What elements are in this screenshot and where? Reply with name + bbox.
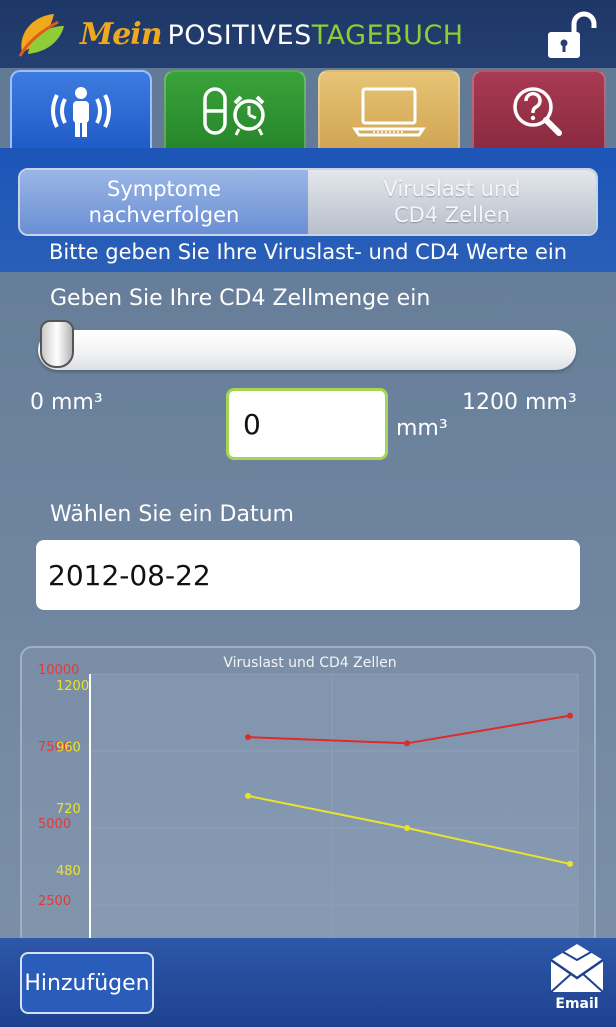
main-tab-bar [0,68,616,150]
leaf-logo-icon [18,14,64,57]
chart-data-point [245,792,251,799]
title-tagebuch: TAGEBUCH [311,20,464,51]
chart-right-tick-label: 1200 [56,679,89,694]
chart-left-tick-label: 5000 [38,817,71,832]
chart-right-tick-label: 720 [56,802,81,817]
chart-right-tick-label: 480 [56,864,81,879]
chart-left-tick-label: 2500 [38,894,71,909]
email-button[interactable]: Email [546,942,608,1016]
chart-data-point [404,740,410,747]
cd4-slider-track[interactable] [38,330,576,370]
viral-cd4-chart: 100007500500025001200960720480Viruslast … [38,655,579,944]
subtab-bar: Symptome nachverfolgen Viruslast und CD4… [18,168,598,236]
cd4-slider-thumb[interactable] [40,320,74,368]
chart-data-point [245,734,251,741]
subtab-viral-load[interactable]: Viruslast und CD4 Zellen [308,170,596,234]
tab-online[interactable] [318,70,460,150]
chart-data-point [567,712,573,719]
title-positives: POSITIVES [167,20,312,51]
subtab-viral-load-label: Viruslast und CD4 Zellen [383,177,521,227]
tab-symptoms[interactable] [10,70,152,150]
tab-medication[interactable] [164,70,306,150]
chart-data-point [404,825,410,831]
cd4-min-label: 0 mm³ [30,390,103,415]
chart-data-point [567,860,573,867]
date-label: Wählen Sie ein Datum [50,502,294,527]
cd4-max-label: 1200 mm³ [462,390,577,415]
app-header: Mein POSITIVES TAGEBUCH [0,0,616,68]
email-label: Email [555,996,599,1012]
app-title: Mein POSITIVES TAGEBUCH [80,17,464,57]
person-signal-icon [51,87,111,137]
question-magnifier-icon [513,87,562,136]
cd4-unit: mm³ [396,416,448,441]
email-envelope-icon [550,944,604,993]
subtab-symptoms-label: Symptome nachverfolgen [88,177,240,227]
pill-alarm-clock-icon [203,87,265,136]
date-input[interactable] [36,540,580,610]
chart-panel: 10000 7500 5000 2500 1200 960 720 480 Viruslast … [20,646,596,946]
chart-left-tick-label: 10000 [38,663,79,678]
unlocked-padlock-icon[interactable] [546,10,598,60]
chart-right-tick-label: 960 [56,741,81,756]
add-button[interactable]: Hinzufügen [20,952,154,1014]
title-mein: Mein [80,17,163,52]
instruction-text: Bitte geben Sie Ihre Viruslast- und CD4 … [48,240,568,264]
cd4-label: Geben Sie Ihre CD4 Zellmenge ein [50,286,431,311]
laptop-icon [352,87,426,137]
chart-title: Viruslast und CD4 Zellen [223,655,396,671]
subtab-symptoms[interactable]: Symptome nachverfolgen [20,170,308,234]
cd4-value-input[interactable] [226,388,388,460]
tab-help[interactable] [472,70,606,150]
